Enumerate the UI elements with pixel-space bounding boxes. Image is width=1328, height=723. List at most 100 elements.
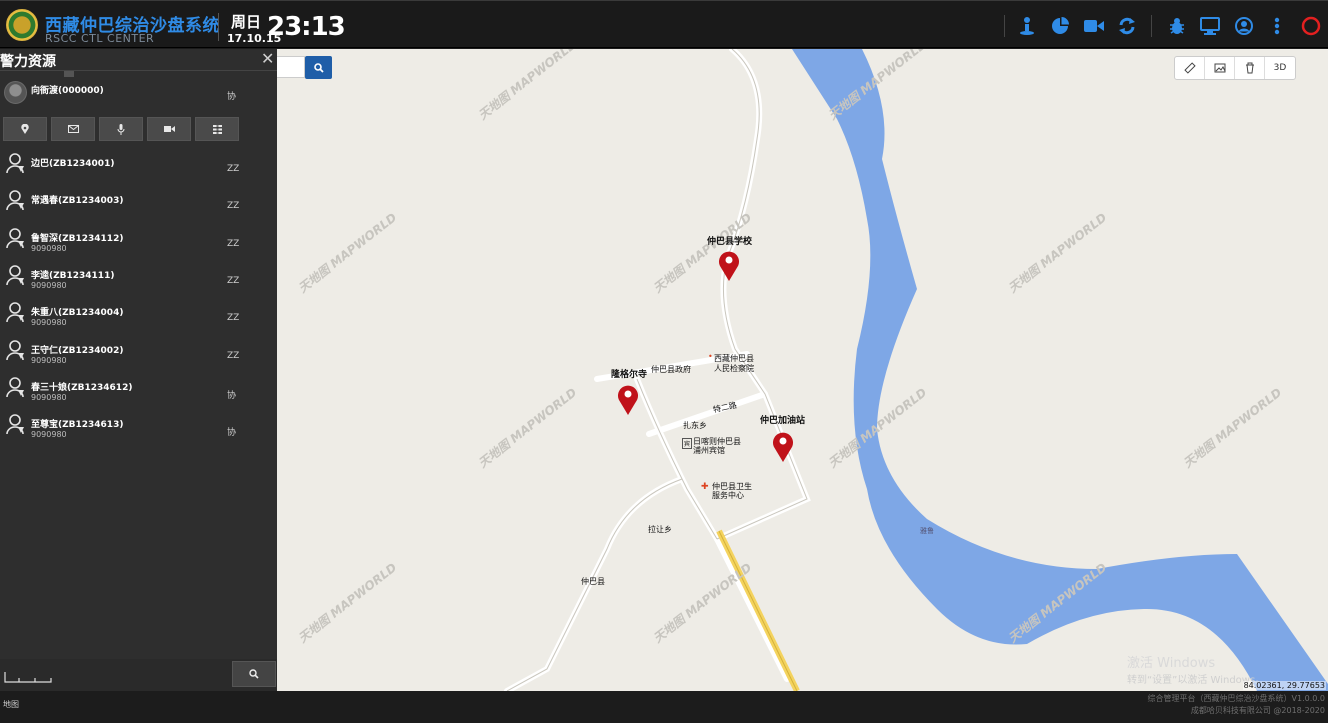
coordinate-readout: 84.02361, 29.77653: [1242, 681, 1326, 690]
officer-status: ZZ: [227, 276, 240, 286]
panel-bottom-bar: [0, 659, 277, 691]
map-search-input[interactable]: [277, 56, 305, 78]
windows-activation-title: 激活 Windows: [1127, 656, 1216, 671]
footer-version: 综合管理平台（西藏仲巴综治沙盘系统）V1.0.0.0: [1147, 694, 1325, 703]
officer-status: ZZ: [227, 239, 240, 249]
panel-title: 警力资源: [0, 54, 56, 70]
person-icon: [6, 302, 26, 324]
officer-list-item[interactable]: 至尊宝(ZB1234613) 9090980 协: [0, 414, 277, 453]
officer-phone: 9090980: [31, 430, 67, 439]
officer-status: ZZ: [227, 313, 240, 323]
person-icon: [6, 190, 26, 212]
officer-list-item[interactable]: 鲁智深(ZB1234112) 9090980 ZZ: [0, 228, 277, 267]
lead-officer-status: 协: [227, 92, 237, 102]
lead-officer-name: 向衙渡(000000): [31, 86, 104, 96]
weekday: 周日: [231, 13, 262, 31]
grid-icon[interactable]: [195, 117, 239, 141]
map-label: 拉让乡: [648, 525, 672, 534]
officer-phone: 9090980: [31, 356, 67, 365]
officer-name: 王守仁(ZB1234002): [31, 346, 124, 356]
hospital-icon: ✚: [701, 482, 709, 492]
river: [792, 49, 1328, 691]
title-divider: [218, 13, 219, 41]
map-label: 仲巴县: [581, 577, 605, 586]
toolbar-divider: [1004, 15, 1005, 37]
refresh-icon[interactable]: [1116, 15, 1138, 37]
officer-list-item[interactable]: 常遇春(ZB1234003) ZZ: [0, 190, 277, 229]
status-footer: 地图 综合管理平台（西藏仲巴综治沙盘系统）V1.0.0.0 成都哈贝科技有限公司…: [0, 691, 1328, 723]
map-pin-icon[interactable]: [617, 383, 639, 415]
user-icon[interactable]: [1233, 15, 1255, 37]
person-icon: [6, 265, 26, 287]
officer-list-item[interactable]: 王守仁(ZB1234002) 9090980 ZZ: [0, 340, 277, 379]
trash-icon[interactable]: [1235, 57, 1265, 79]
police-resource-panel: 警力资源 ✕ 向衙渡(000000) 协 边巴(ZB1234001) ZZ 常遇春(…: [0, 49, 277, 691]
map-view[interactable]: 3D 天地图 MAPWORLD 天地图 MAPWORLD 天地图 MAPWORL…: [277, 49, 1328, 691]
officer-status: ZZ: [227, 164, 240, 174]
officer-list-item[interactable]: 朱重八(ZB1234004) 9090980 ZZ: [0, 302, 277, 341]
ruler-icon[interactable]: [1175, 57, 1205, 79]
toolbar-divider: [1151, 15, 1152, 37]
officer-status: 协: [227, 391, 237, 401]
hotel-icon: 宾: [682, 438, 693, 449]
person-icon: [6, 228, 26, 250]
officer-phone: 9090980: [31, 244, 67, 253]
poi-dot-icon: •: [708, 352, 713, 361]
person-icon: [6, 377, 26, 399]
officer-name: 鲁智深(ZB1234112): [31, 234, 124, 244]
officer-list-item[interactable]: 春三十娘(ZB1234612) 9090980 协: [0, 377, 277, 416]
officer-name: 朱重八(ZB1234004): [31, 308, 124, 318]
emblem-logo: [6, 9, 38, 41]
scale-bar-icon: [4, 669, 52, 683]
bug-icon[interactable]: [1166, 15, 1188, 37]
officer-name: 春三十娘(ZB1234612): [31, 383, 133, 393]
officer-name: 常遇春(ZB1234003): [31, 196, 124, 206]
clock: 23:13: [267, 12, 346, 42]
close-icon[interactable]: ✕: [261, 49, 274, 68]
map-pin-icon[interactable]: [772, 430, 794, 462]
person-icon: [6, 340, 26, 362]
officer-status: 协: [227, 428, 237, 438]
app-subtitle: RSCC CTL CENTER: [45, 32, 155, 45]
officer-name: 至尊宝(ZB1234613): [31, 420, 124, 430]
map-label: 人民检察院: [714, 364, 754, 373]
map-pin-icon[interactable]: [718, 249, 740, 281]
video-camera-icon[interactable]: [1083, 15, 1105, 37]
officer-phone: 9090980: [31, 318, 67, 327]
video-icon[interactable]: [147, 117, 191, 141]
poi-label-temple: 隆格尔寺: [611, 370, 648, 380]
power-icon[interactable]: [1300, 15, 1322, 37]
footer-map-label: 地图: [3, 700, 19, 709]
location-pin-icon[interactable]: [3, 117, 47, 141]
image-icon[interactable]: [1205, 57, 1235, 79]
map-canvas: [504, 49, 1328, 691]
microphone-icon[interactable]: [99, 117, 143, 141]
officer-phone: 9090980: [31, 281, 67, 290]
map-label: 服务中心: [712, 491, 744, 500]
river-label: 雅鲁: [920, 527, 934, 535]
locate-person-icon[interactable]: [1016, 15, 1038, 37]
search-icon[interactable]: [305, 56, 332, 79]
officer-status: ZZ: [227, 201, 240, 211]
officer-status: ZZ: [227, 351, 240, 361]
search-button[interactable]: [232, 661, 276, 687]
officer-name: 李逵(ZB1234111): [31, 271, 115, 281]
monitor-icon[interactable]: [1199, 15, 1221, 37]
map-label: 仲巴县政府: [651, 365, 691, 374]
pie-chart-icon[interactable]: [1049, 15, 1071, 37]
lead-officer[interactable]: 向衙渡(000000) 协: [0, 81, 277, 111]
top-bar: 西藏仲巴综治沙盘系统 RSCC CTL CENTER 周日 17.10.15 2…: [0, 0, 1328, 48]
poi-label-school: 仲巴县学校: [707, 237, 753, 247]
more-vertical-icon[interactable]: [1266, 15, 1288, 37]
officer-name: 边巴(ZB1234001): [31, 159, 115, 169]
footer-copyright: 成都哈贝科技有限公司 @2018-2020: [1190, 706, 1325, 715]
map-label: 扎东乡: [683, 421, 707, 430]
officer-phone: 9090980: [31, 393, 67, 402]
officer-list-item[interactable]: 李逵(ZB1234111) 9090980 ZZ: [0, 265, 277, 304]
poi-label-gas-station: 仲巴加油站: [760, 416, 806, 426]
panel-tab-strip: [0, 71, 277, 77]
3d-button[interactable]: 3D: [1265, 57, 1295, 79]
envelope-icon[interactable]: [51, 117, 95, 141]
person-icon: [6, 414, 26, 436]
officer-list-item[interactable]: 边巴(ZB1234001) ZZ: [0, 153, 277, 192]
